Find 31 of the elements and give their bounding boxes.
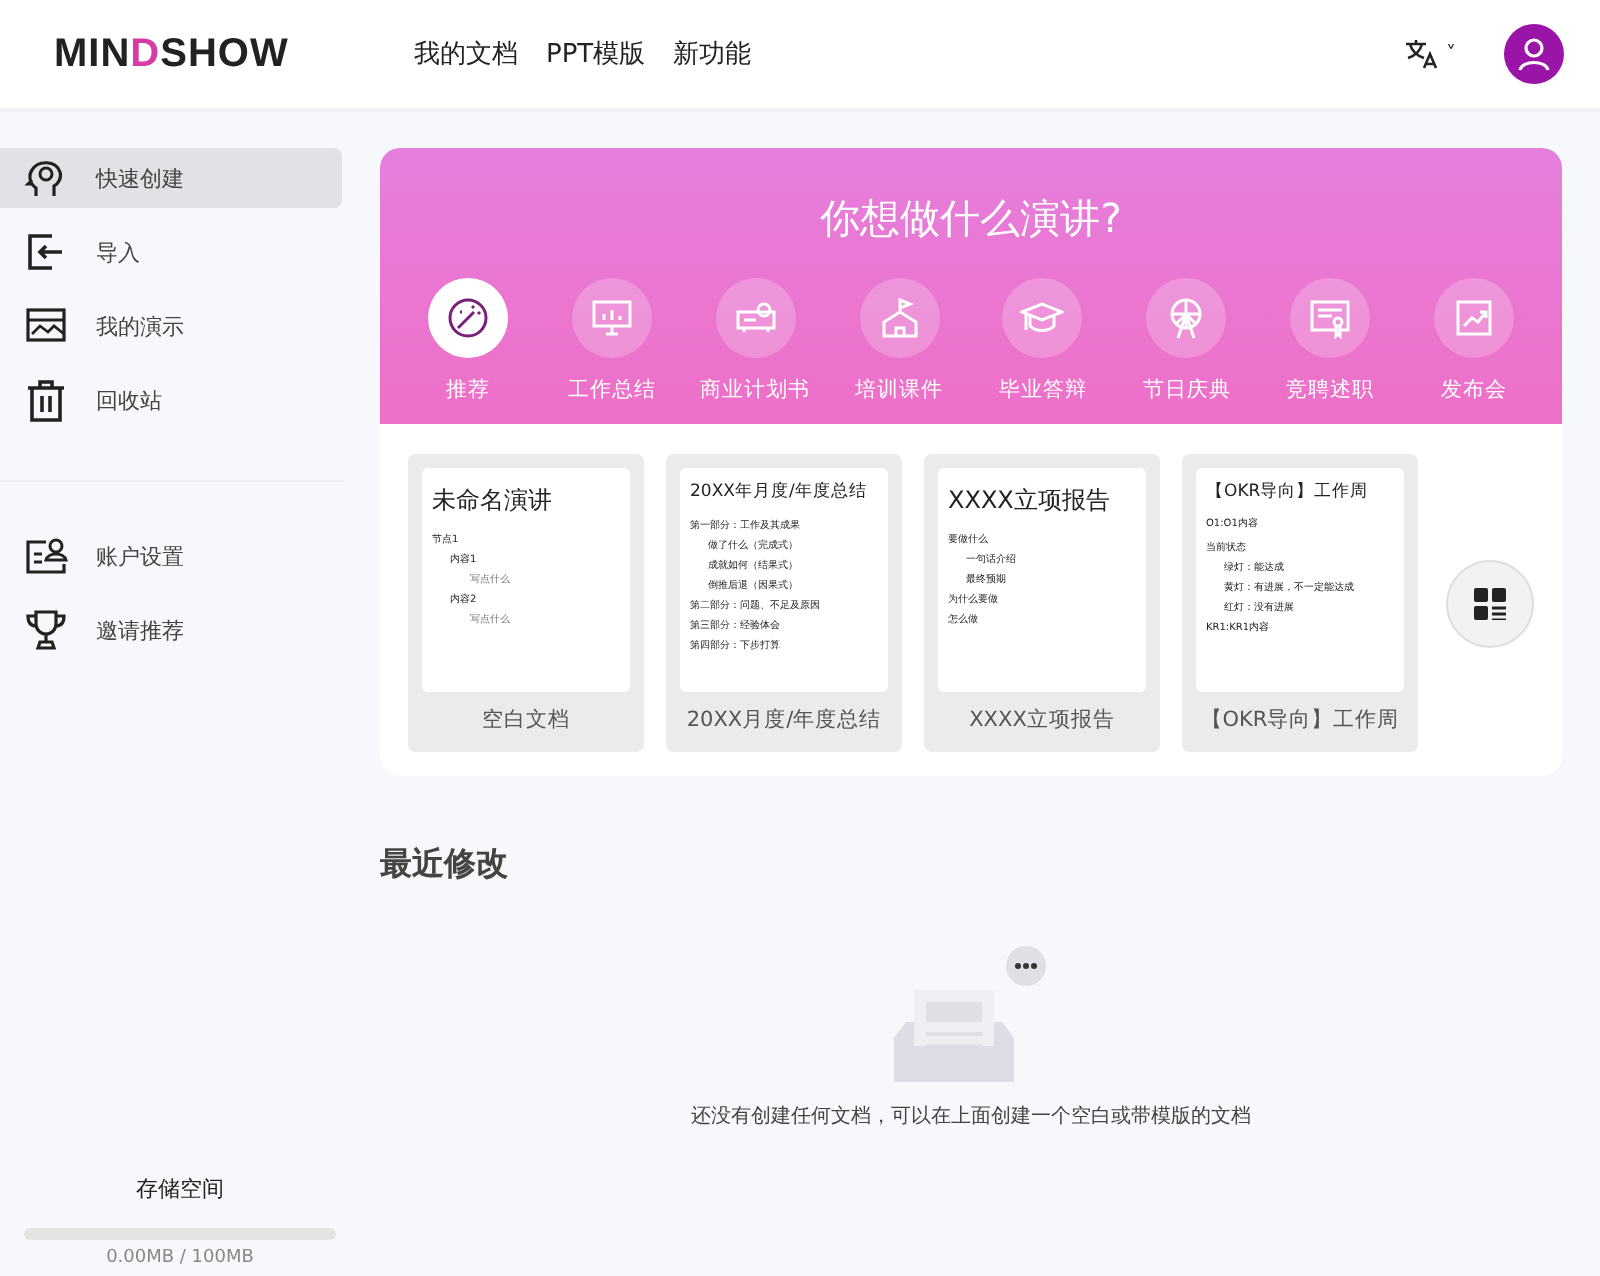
banner-title: 你想做什么演讲? — [818, 192, 1124, 246]
storage-label: 存储空间 — [136, 1174, 224, 1204]
translate-icon — [1404, 38, 1440, 70]
grid-icon — [1474, 587, 1506, 619]
sidebar-item[interactable]: 账户设置 — [0, 526, 342, 586]
trash-icon — [24, 378, 68, 422]
language-button[interactable]: ˅ — [1400, 34, 1460, 74]
head-icon — [24, 156, 68, 200]
nav-link[interactable]: PPT模版 — [546, 36, 646, 72]
trophy-icon — [24, 608, 68, 652]
sidebar-item[interactable]: 导入 — [0, 222, 342, 282]
sidebar-item[interactable]: 我的演示 — [0, 296, 342, 356]
presentation-icon — [24, 304, 68, 348]
nav-link[interactable]: 我的文档 — [414, 36, 518, 72]
chart-icon — [1452, 296, 1497, 340]
nav-link[interactable]: 新功能 — [673, 36, 752, 72]
sidebar-item[interactable]: 邀请推荐 — [0, 600, 342, 660]
empty-message: 还没有创建任何文档，可以在上面创建一个空白或带模版的文档 — [691, 1103, 1251, 1130]
section-title: 最近修改 — [380, 844, 510, 886]
id-card-icon — [24, 534, 68, 578]
logo[interactable]: MINDSHOW — [54, 31, 414, 77]
sidebar-item[interactable]: 快速创建 — [0, 148, 342, 208]
sidebar-item[interactable]: 回收站 — [0, 370, 342, 430]
monitor-icon — [589, 296, 634, 340]
import-icon — [24, 230, 68, 274]
avatar[interactable] — [1504, 24, 1564, 84]
storage-reading: 0.00MB / 100MB — [106, 1248, 254, 1268]
school-icon — [877, 296, 922, 340]
magic-wand-icon — [445, 296, 490, 340]
certificate-icon — [1308, 296, 1353, 340]
all-templates-button[interactable] — [1446, 559, 1534, 647]
